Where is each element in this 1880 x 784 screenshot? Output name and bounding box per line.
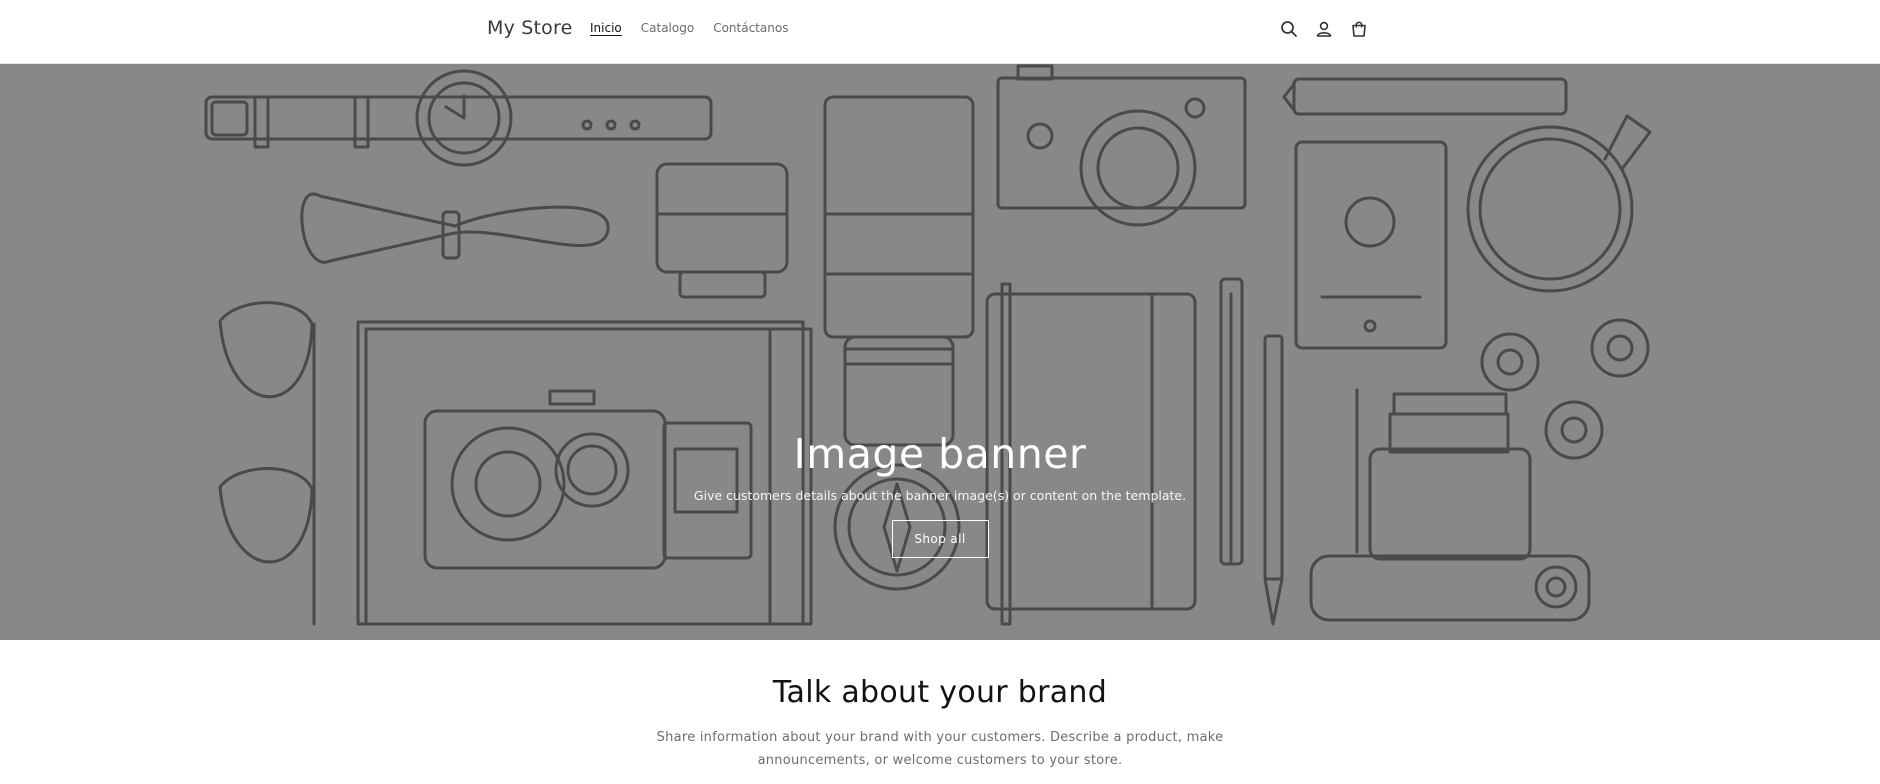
site-header: My Store Inicio Catalogo Contáctanos: [0, 0, 1880, 64]
banner-subtitle: Give customers details about the banner …: [693, 488, 1187, 503]
brand-title: Talk about your brand: [772, 675, 1108, 710]
banner-title: Image banner: [793, 430, 1087, 478]
banner-content: Image banner Give customers details abou…: [0, 430, 1880, 558]
nav-item-catalogo[interactable]: Catalogo: [641, 21, 694, 35]
image-banner: Image banner Give customers details abou…: [0, 64, 1880, 640]
header-icons: [1278, 18, 1369, 39]
store-logo[interactable]: My Store: [487, 17, 573, 39]
nav-item-inicio[interactable]: Inicio: [590, 21, 622, 35]
brand-section: Talk about your brand Share information …: [0, 640, 1880, 784]
account-icon[interactable]: [1313, 18, 1334, 39]
nav-item-contactanos[interactable]: Contáctanos: [713, 21, 788, 35]
brand-description: Share information about your brand with …: [656, 730, 1224, 768]
cart-icon[interactable]: [1348, 18, 1369, 39]
search-icon[interactable]: [1278, 18, 1299, 39]
shop-all-button[interactable]: Shop all: [891, 520, 989, 558]
main-navigation: Inicio Catalogo Contáctanos: [590, 21, 788, 35]
